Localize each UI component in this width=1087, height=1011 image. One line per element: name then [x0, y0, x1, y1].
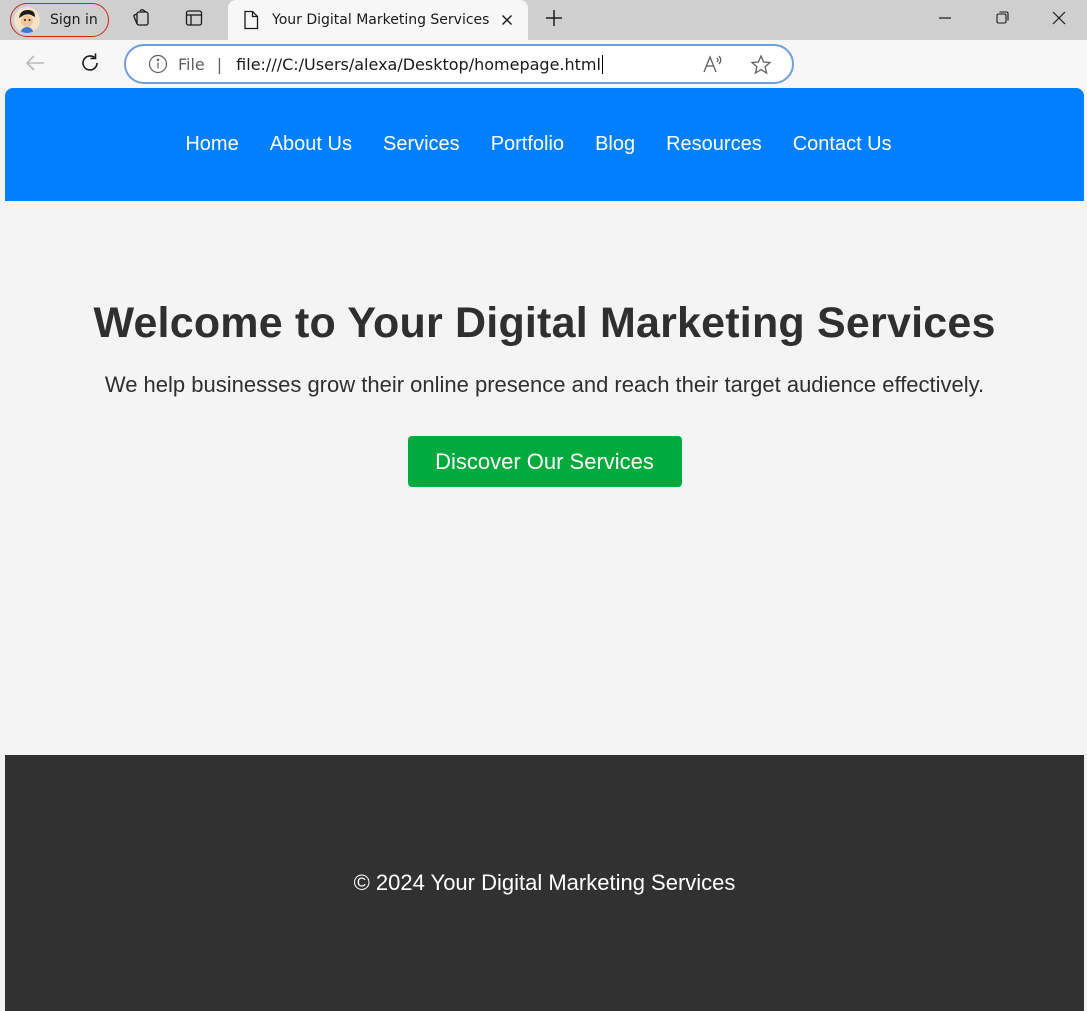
address-toolbar: File | file:///C:/Users/alexa/Desktop/ho… [0, 40, 1087, 88]
tab-actions-button[interactable] [181, 7, 207, 33]
read-aloud-icon[interactable] [702, 54, 724, 80]
nav-link-about-us[interactable]: About Us [270, 133, 352, 156]
site-navigation: Home About Us Services Portfolio Blog Re… [5, 88, 1084, 201]
minimize-button[interactable] [916, 0, 974, 40]
nav-link-blog[interactable]: Blog [595, 133, 635, 156]
address-scheme-label: File [178, 54, 205, 74]
new-tab-icon [544, 8, 564, 33]
collections-icon [131, 8, 151, 33]
tab-title: Your Digital Marketing Services [272, 12, 490, 28]
sign-in-label: Sign in [50, 12, 98, 28]
favorite-star-icon[interactable] [750, 54, 772, 80]
new-tab-button[interactable] [541, 7, 567, 33]
web-page: Home About Us Services Portfolio Blog Re… [5, 88, 1084, 1011]
refresh-button[interactable] [75, 50, 105, 80]
nav-link-portfolio[interactable]: Portfolio [491, 133, 564, 156]
address-bar[interactable]: File | file:///C:/Users/alexa/Desktop/ho… [124, 44, 794, 84]
tab-actions-icon [184, 8, 204, 33]
tab-bar: Sign in Your Digital Marketing Services [0, 0, 1087, 40]
address-separator: | [216, 54, 223, 74]
back-button[interactable] [20, 50, 50, 80]
url-text[interactable]: file:///C:/Users/alexa/Desktop/homepage.… [236, 54, 603, 74]
minimize-icon [939, 11, 951, 29]
nav-link-services[interactable]: Services [383, 133, 460, 156]
site-footer: © 2024 Your Digital Marketing Services [5, 755, 1084, 1011]
discover-services-button[interactable]: Discover Our Services [407, 436, 682, 487]
page-icon [242, 10, 260, 30]
sign-in-button[interactable]: Sign in [10, 3, 109, 37]
nav-link-home[interactable]: Home [185, 133, 238, 156]
hero-title: Welcome to Your Digital Marketing Servic… [93, 299, 996, 347]
nav-link-contact-us[interactable]: Contact Us [793, 133, 892, 156]
window-close-icon [1052, 11, 1066, 30]
tab-active[interactable]: Your Digital Marketing Services [228, 0, 528, 40]
window-close-button[interactable] [1030, 0, 1087, 40]
restore-button[interactable] [973, 0, 1031, 40]
hero-section: Welcome to Your Digital Marketing Servic… [5, 201, 1084, 755]
close-icon[interactable] [496, 9, 518, 31]
collections-button[interactable] [128, 7, 154, 33]
hero-subtitle: We help businesses grow their online pre… [104, 372, 985, 397]
footer-copyright: © 2024 Your Digital Marketing Services [353, 870, 736, 895]
profile-avatar-icon [14, 7, 40, 33]
info-icon[interactable] [148, 54, 168, 74]
refresh-icon [79, 52, 101, 79]
nav-link-resources[interactable]: Resources [666, 133, 762, 156]
back-icon [24, 52, 46, 79]
restore-icon [995, 11, 1009, 29]
